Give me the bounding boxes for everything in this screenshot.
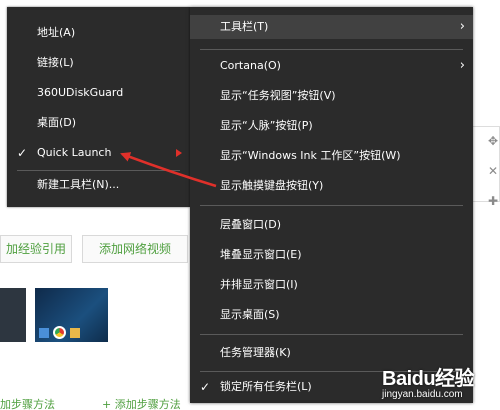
menu-item-label: 锁定所有任务栏(L): [220, 380, 312, 393]
menu-item-label: 360UDiskGuard: [37, 86, 124, 99]
watermark-url: jingyan.baidu.com: [382, 389, 463, 400]
menu-divider: [200, 49, 463, 50]
chevron-right-icon: ›: [459, 19, 465, 34]
menu-item-links[interactable]: 链接(L): [7, 51, 190, 75]
menu-divider: [17, 170, 180, 171]
menu-item-show-desktop[interactable]: 显示桌面(S): [190, 303, 473, 327]
menu-item-desktop[interactable]: 桌面(D): [7, 111, 190, 135]
close-icon[interactable]: ✕: [488, 165, 500, 177]
plus-icon[interactable]: ✚: [488, 195, 500, 207]
folder-icon: [70, 327, 80, 338]
crosshair-icon[interactable]: ✥: [488, 135, 500, 147]
menu-item-label: 工具栏(T): [220, 20, 269, 33]
menu-item-label: 显示“任务视图”按钮(V): [220, 89, 336, 102]
menu-item-label: 并排显示窗口(I): [220, 278, 298, 291]
checkmark-icon: ✓: [200, 380, 211, 394]
baidu-watermark: Baidu经验 jingyan.baidu.com: [382, 362, 475, 400]
menu-item-show-touch-keyboard[interactable]: 显示触摸键盘按钮(Y): [190, 174, 473, 198]
menu-divider: [200, 205, 463, 206]
add-step-link[interactable]: 加步骤方法: [0, 396, 55, 410]
watermark-logo: Baidu经验: [382, 368, 475, 390]
toolbar-submenu: 地址(A) 链接(L) 360UDiskGuard 桌面(D) ✓ Quick …: [7, 7, 190, 207]
menu-item-label: Quick Launch: [37, 146, 112, 159]
checkmark-icon: ✓: [17, 146, 28, 160]
menu-item-address[interactable]: 地址(A): [7, 21, 190, 45]
chrome-icon: [53, 326, 66, 339]
menu-item-label: 桌面(D): [37, 116, 77, 129]
menu-item-cascade-windows[interactable]: 层叠窗口(D): [190, 213, 473, 237]
menu-item-360udiskguard[interactable]: 360UDiskGuard: [7, 81, 190, 105]
menu-item-show-task-view[interactable]: 显示“任务视图”按钮(V): [190, 84, 473, 108]
menu-item-label: Cortana(O): [220, 59, 281, 72]
menu-item-label: 层叠窗口(D): [220, 218, 282, 231]
menu-item-label: 显示桌面(S): [220, 308, 280, 321]
menu-item-label: 显示“人脉”按钮(P): [220, 119, 313, 132]
menu-item-new-toolbar[interactable]: 新建工具栏(N)...: [7, 173, 190, 197]
menu-item-show-people[interactable]: 显示“人脉”按钮(P): [190, 114, 473, 138]
menu-item-side-by-side[interactable]: 并排显示窗口(I): [190, 273, 473, 297]
add-experience-quote-button[interactable]: 加经验引用: [0, 235, 72, 263]
screenshot-thumbnail[interactable]: [0, 288, 26, 342]
menu-item-show-windows-ink[interactable]: 显示“Windows Ink 工作区”按钮(W): [190, 144, 473, 168]
taskbar-context-menu: 工具栏(T) › Cortana(O) › 显示“任务视图”按钮(V) 显示“人…: [190, 7, 473, 403]
menu-item-toolbars[interactable]: 工具栏(T) ›: [190, 15, 473, 39]
add-web-video-button[interactable]: 添加网络视频: [82, 235, 188, 263]
menu-item-stack-windows[interactable]: 堆叠显示窗口(E): [190, 243, 473, 267]
menu-item-label: 任务管理器(K): [220, 346, 291, 359]
side-toolbar: ✥ ✕ ✚: [488, 135, 500, 225]
chevron-right-icon: ›: [459, 58, 465, 73]
menu-item-label: 链接(L): [37, 56, 74, 69]
menu-item-cortana[interactable]: Cortana(O) ›: [190, 54, 473, 78]
menu-item-label: 显示触摸键盘按钮(Y): [220, 179, 324, 192]
desktop-thumbnail[interactable]: [35, 288, 108, 342]
menu-item-label: 地址(A): [37, 26, 76, 39]
menu-divider: [200, 334, 463, 335]
menu-item-label: 堆叠显示窗口(E): [220, 248, 302, 261]
submenu-arrow-icon: [176, 149, 182, 157]
menu-item-quick-launch[interactable]: ✓ Quick Launch: [7, 141, 190, 165]
add-step-method-link[interactable]: + 添加步骤方法: [102, 396, 181, 410]
menu-item-label: 新建工具栏(N)...: [37, 178, 120, 191]
windows-icon: [39, 327, 49, 338]
menu-item-label: 显示“Windows Ink 工作区”按钮(W): [220, 149, 401, 162]
